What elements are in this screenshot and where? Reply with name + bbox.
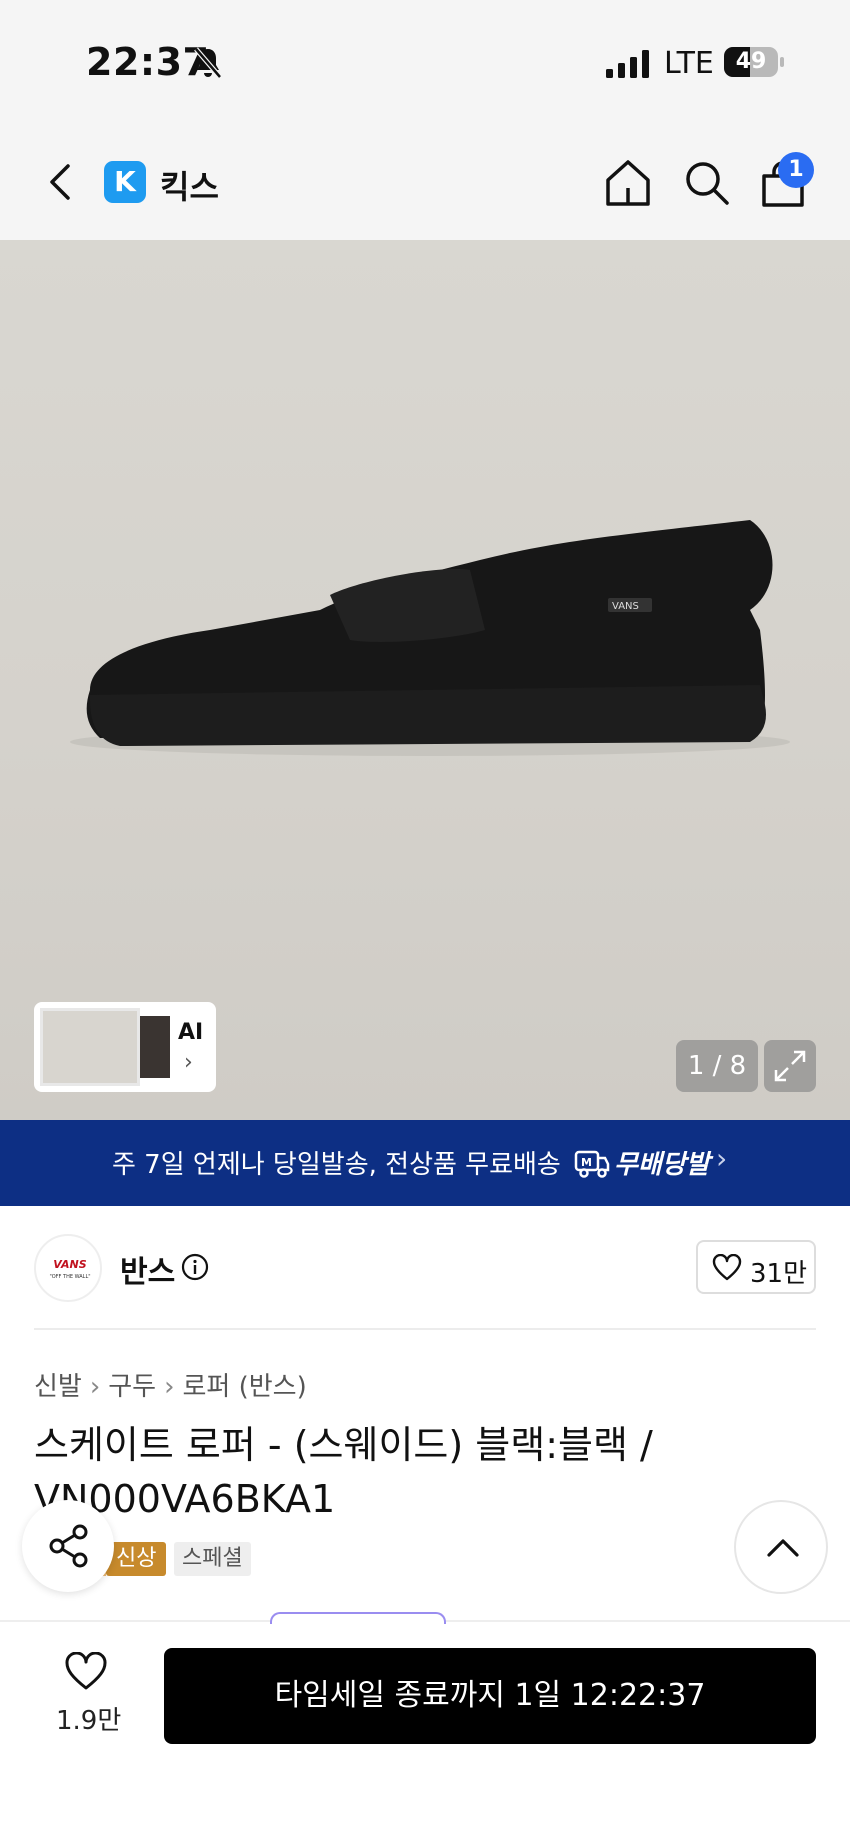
status-bar: 22:37 LTE 49 (0, 0, 850, 120)
info-icon[interactable] (180, 1252, 210, 1282)
share-icon (49, 1524, 88, 1568)
time-sale-button[interactable]: 타임세일 종료까지 1일 12:22:37 (164, 1648, 816, 1744)
ai-label: AI (178, 1020, 204, 1045)
breadcrumb-item[interactable]: 로퍼 (반스) (183, 1366, 307, 1403)
brand-avatar[interactable]: VANS "OFF THE WALL" (34, 1234, 102, 1302)
brand-logo[interactable]: K (104, 161, 146, 203)
delivery-truck-icon: M (574, 1150, 610, 1178)
peek-tab (270, 1612, 446, 1624)
wish-count: 1.9만 (56, 1706, 122, 1736)
breadcrumb-separator: › (164, 1372, 175, 1402)
tag-special: 스페셜 (174, 1542, 251, 1576)
product-title: 스케이트 로퍼 - (스웨이드) 블랙:블랙 / VN000VA6BKA1 (34, 1423, 653, 1521)
brand-name[interactable]: 반스 (120, 1247, 175, 1291)
brand-like-button[interactable]: 31만 (696, 1240, 816, 1294)
product-image[interactable]: VANS AI › 1 / 8 (0, 240, 850, 1120)
promo-text: 주 7일 언제나 당일발송, 전상품 무료배송 (112, 1150, 561, 1180)
top-nav: K 킥스 (0, 120, 850, 240)
divider (34, 1328, 816, 1330)
image-page-indicator: 1 / 8 (676, 1040, 758, 1092)
network-type: LTE (664, 46, 714, 81)
svg-text:M: M (581, 1156, 592, 1169)
promo-brand: 무배당발 (614, 1150, 710, 1180)
chevron-left-icon[interactable] (42, 160, 82, 204)
chevron-right-icon: › (184, 1050, 193, 1075)
thumbnail-1[interactable] (40, 1008, 140, 1086)
svg-text:VANS: VANS (612, 601, 639, 612)
search-icon[interactable] (684, 160, 730, 206)
breadcrumb-item[interactable]: 구두 (108, 1366, 156, 1403)
expand-icon[interactable] (764, 1040, 816, 1092)
home-icon[interactable] (604, 158, 652, 208)
loafer-shoe-image: VANS (70, 520, 790, 756)
breadcrumb-item[interactable]: 신발 (34, 1366, 82, 1403)
chevron-right-icon: › (716, 1142, 728, 1175)
free-shipping-banner[interactable]: 주 7일 언제나 당일발송, 전상품 무료배송 M 무배당발 › (0, 1120, 850, 1206)
thumbnail-2[interactable] (140, 1016, 170, 1078)
store-name[interactable]: 킥스 (160, 162, 219, 208)
battery-icon: 49 (724, 47, 784, 77)
brand-like-count: 31만 (750, 1259, 808, 1289)
vans-logo-subtext: "OFF THE WALL" (49, 1274, 91, 1280)
scroll-to-top-button[interactable] (734, 1500, 828, 1594)
signal-icon (606, 50, 649, 78)
heart-icon (712, 1254, 742, 1281)
bell-muted-icon (194, 47, 222, 79)
breadcrumb-separator: › (89, 1372, 101, 1402)
heart-icon[interactable] (64, 1652, 108, 1692)
vans-logo-text: VANS (53, 1258, 87, 1271)
ai-thumbnail-strip[interactable]: AI › (34, 1002, 216, 1092)
breadcrumb: 신발 › 구두 › 로퍼 (반스) (34, 1366, 307, 1403)
cart-count-badge: 1 (778, 152, 814, 188)
status-time: 22:37 (86, 40, 210, 84)
tag-new: 신상 (106, 1542, 167, 1576)
chevron-up-icon (767, 1539, 799, 1557)
battery-level: 49 (735, 49, 767, 74)
share-button[interactable] (22, 1500, 114, 1592)
